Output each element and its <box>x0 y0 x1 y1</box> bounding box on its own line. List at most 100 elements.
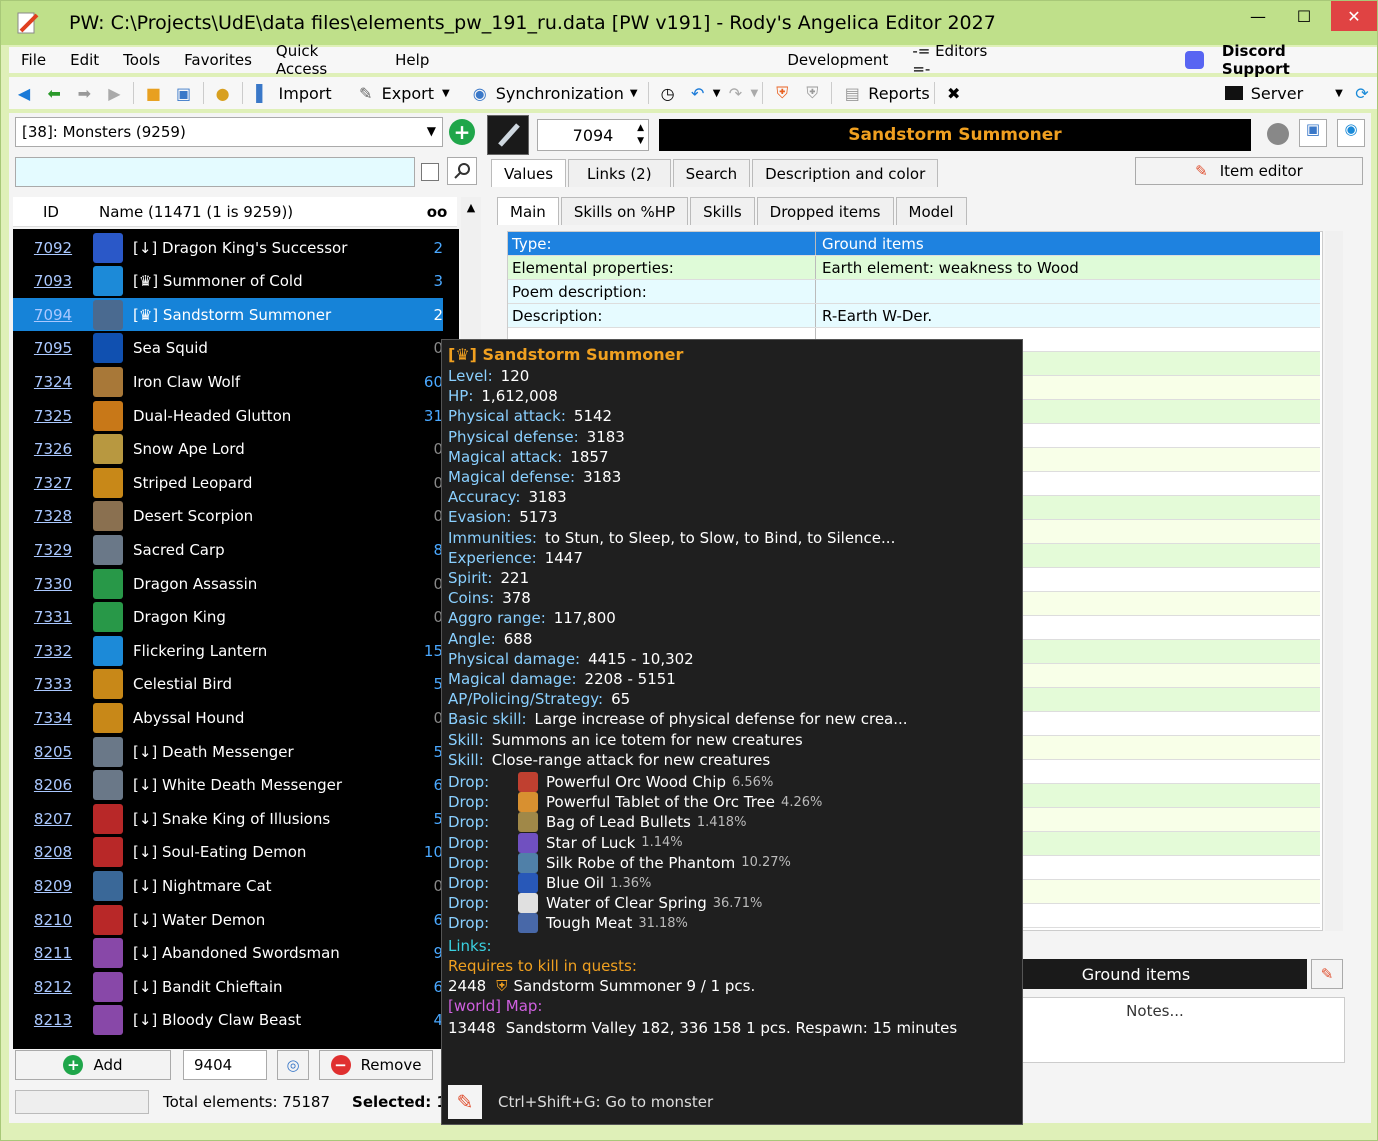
tab-model[interactable]: Model <box>895 197 967 225</box>
shield-gray-icon[interactable]: ⛨ <box>801 81 823 105</box>
table-row[interactable]: 8212 [↓] Bandit Chieftain 6 <box>13 970 443 1003</box>
table-row[interactable]: 8206 [↓] White Death Messenger 6 <box>13 769 443 802</box>
table-row[interactable]: 7092 [↓] Dragon King's Successor 2 <box>13 231 443 264</box>
folder-open-icon[interactable]: ■ <box>142 81 164 105</box>
chevron-down-icon[interactable]: ▼ <box>751 88 759 99</box>
chevron-down-icon[interactable]: ▼ <box>713 88 721 99</box>
row-id[interactable]: 7326 <box>13 440 93 458</box>
row-id[interactable]: 7093 <box>13 272 93 290</box>
synchronization-button[interactable]: ◉ Synchronization ▼ <box>464 81 638 105</box>
server-dropdown[interactable]: Server ▼ <box>1224 84 1343 103</box>
property-row[interactable]: Description: R-Earth W-Der. <box>508 304 1320 328</box>
menu-help[interactable]: Help <box>395 51 429 69</box>
row-id[interactable]: 7334 <box>13 709 93 727</box>
arrow-right-icon[interactable]: ➡ <box>73 81 95 105</box>
tools-icon[interactable]: ✖ <box>943 81 965 105</box>
grid-scrollbar[interactable] <box>1325 231 1343 931</box>
column-count[interactable]: oo <box>417 203 457 221</box>
table-row[interactable]: 7325 Dual-Headed Glutton 31 <box>13 399 443 432</box>
row-id[interactable]: 7325 <box>13 407 93 425</box>
menu-editors[interactable]: -= Editors =- <box>912 42 1006 78</box>
table-row[interactable]: 8213 [↓] Bloody Claw Beast 4 <box>13 1004 443 1037</box>
property-row[interactable]: Poem description: <box>508 280 1320 304</box>
minimize-button[interactable]: — <box>1235 1 1281 31</box>
reports-button[interactable]: ▤ Reports <box>836 81 930 105</box>
table-row[interactable]: 7328 Desert Scorpion 0 <box>13 500 443 533</box>
export-button[interactable]: ✎ Export ▼ <box>350 81 450 105</box>
property-row[interactable]: Type: Ground items <box>508 232 1320 256</box>
row-id[interactable]: 7333 <box>13 675 93 693</box>
table-row[interactable]: 7094 [♛] Sandstorm Summoner 2 <box>13 298 443 332</box>
table-row[interactable]: 7334 Abyssal Hound 0 <box>13 701 443 734</box>
scroll-up-icon[interactable]: ▲ <box>461 201 481 214</box>
row-id[interactable]: 7330 <box>13 575 93 593</box>
maximize-button[interactable]: ☐ <box>1281 1 1327 31</box>
table-row[interactable]: 7330 Dragon Assassin 0 <box>13 567 443 600</box>
lock-icon[interactable]: ● <box>212 81 234 105</box>
row-id[interactable]: 7332 <box>13 642 93 660</box>
tab-main[interactable]: Main <box>497 197 559 225</box>
row-id[interactable]: 7094 <box>13 306 93 324</box>
shield-icon[interactable]: ⛨ <box>771 81 793 105</box>
property-value[interactable] <box>816 280 1320 303</box>
table-row[interactable]: 8208 [↓] Soul-Eating Demon 10 <box>13 836 443 869</box>
eye-icon[interactable]: ◉ <box>1337 119 1365 147</box>
discord-support-button[interactable]: Discord Support <box>1173 42 1365 78</box>
table-row[interactable]: 8205 [↓] Death Messenger 5 <box>13 735 443 768</box>
menu-favorites[interactable]: Favorites <box>184 51 252 69</box>
add-category-icon[interactable]: + <box>449 119 475 145</box>
row-id[interactable]: 7329 <box>13 541 93 559</box>
table-row[interactable]: 7326 Snow Ape Lord 0 <box>13 433 443 466</box>
property-value[interactable]: Ground items <box>816 232 1320 255</box>
menu-tools[interactable]: Tools <box>123 51 160 69</box>
tab-skills-hp[interactable]: Skills on %HP <box>560 197 689 225</box>
item-editor-button[interactable]: ✎ Item editor <box>1135 157 1363 185</box>
history-icon[interactable]: ◷ <box>657 81 679 105</box>
table-row[interactable]: 7333 Celestial Bird 5 <box>13 668 443 701</box>
table-row[interactable]: 8211 [↓] Abandoned Swordsman 9 <box>13 937 443 970</box>
menu-edit[interactable]: Edit <box>70 51 99 69</box>
row-id[interactable]: 7095 <box>13 339 93 357</box>
category-combo[interactable]: [38]: Monsters (9259) ▼ <box>15 117 443 147</box>
nav-back-circle-icon[interactable]: ◀ <box>13 81 35 105</box>
row-id[interactable]: 8207 <box>13 810 93 828</box>
table-row[interactable]: 8209 [↓] Nightmare Cat 0 <box>13 869 443 902</box>
table-row[interactable]: 7332 Flickering Lantern 15 <box>13 634 443 667</box>
arrow-left-icon[interactable]: ⬅ <box>43 81 65 105</box>
remove-button[interactable]: − Remove <box>319 1050 433 1080</box>
row-id[interactable]: 8206 <box>13 776 93 794</box>
table-row[interactable]: 7095 Sea Squid 0 <box>13 332 443 365</box>
property-value[interactable]: Earth element: weakness to Wood <box>816 256 1320 279</box>
table-row[interactable]: 8207 [↓] Snake King of Illusions 5 <box>13 802 443 835</box>
fingerprint-button[interactable]: ◎ <box>277 1050 309 1080</box>
close-button[interactable]: ✕ <box>1331 1 1377 31</box>
column-name[interactable]: Name (11471 (1 is 9259)) <box>89 203 417 221</box>
search-button[interactable] <box>447 157 477 185</box>
row-id[interactable]: 8211 <box>13 944 93 962</box>
table-row[interactable]: 7324 Iron Claw Wolf 60 <box>13 365 443 398</box>
row-id[interactable]: 8213 <box>13 1011 93 1029</box>
undo-icon[interactable]: ↶ <box>687 81 709 105</box>
row-id[interactable]: 7324 <box>13 373 93 391</box>
redo-icon[interactable]: ↷ <box>724 81 746 105</box>
menu-file[interactable]: File <box>21 51 46 69</box>
row-id[interactable]: 7327 <box>13 474 93 492</box>
row-id[interactable]: 8212 <box>13 978 93 996</box>
column-id[interactable]: ID <box>13 203 89 221</box>
tab-search[interactable]: Search <box>672 159 751 187</box>
search-input[interactable] <box>15 157 415 187</box>
property-row[interactable]: Elemental properties: Earth element: weak… <box>508 256 1320 280</box>
tab-dropped-items[interactable]: Dropped items <box>756 197 894 225</box>
table-row[interactable]: 7331 Dragon King 0 <box>13 601 443 634</box>
circle-icon[interactable] <box>1267 123 1289 145</box>
forward-circle-icon[interactable]: ▶ <box>103 81 125 105</box>
table-row[interactable]: 8210 [↓] Water Demon 6 <box>13 903 443 936</box>
import-button[interactable]: ▌ Import <box>247 81 331 105</box>
row-id[interactable]: 8208 <box>13 843 93 861</box>
row-id[interactable]: 8209 <box>13 877 93 895</box>
row-id[interactable]: 7092 <box>13 239 93 257</box>
row-id[interactable]: 7331 <box>13 608 93 626</box>
menu-development[interactable]: Development <box>787 51 888 69</box>
property-value[interactable]: R-Earth W-Der. <box>816 304 1320 327</box>
edit-pencil-button[interactable]: ✎ <box>1311 959 1343 989</box>
